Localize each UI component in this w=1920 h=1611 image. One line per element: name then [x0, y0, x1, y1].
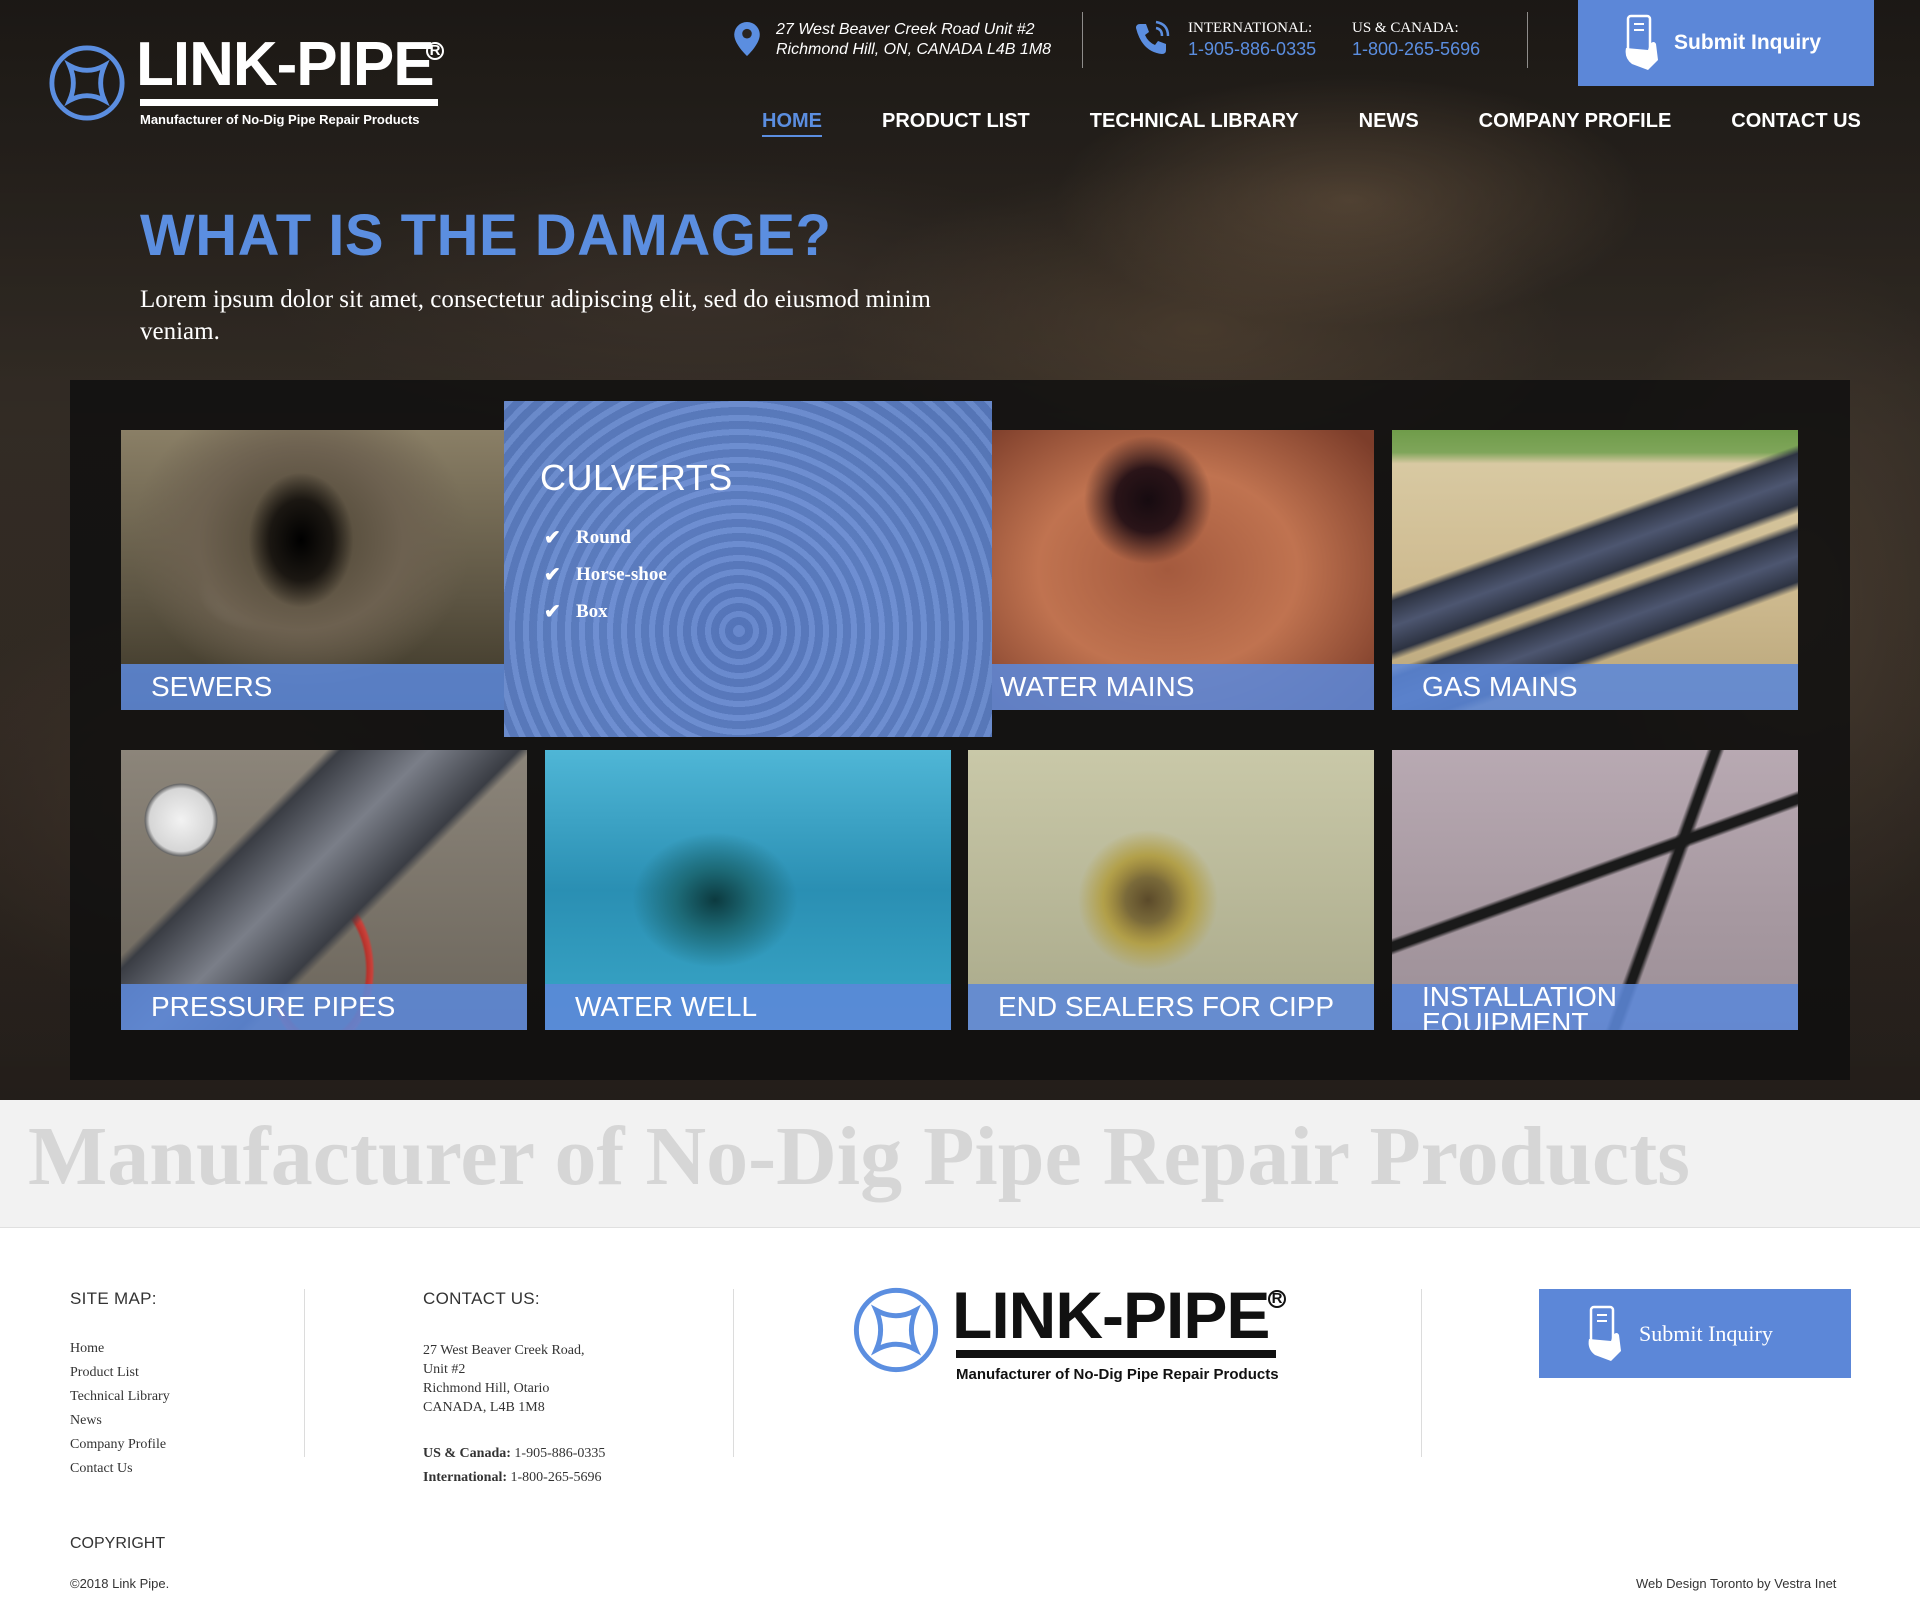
footer-link-company-profile[interactable]: Company Profile [70, 1437, 170, 1461]
logo-wordmark: LINK-PIPE [952, 1278, 1270, 1352]
tile-end-sealers[interactable]: END SEALERS FOR CIPP [968, 750, 1374, 1030]
sitemap-links: Home Product List Technical Library News… [70, 1341, 170, 1485]
footer-divider [733, 1289, 734, 1457]
nav-item-home[interactable]: HOME [762, 110, 822, 137]
culverts-title: CULVERTS [540, 457, 733, 498]
tile-caption: WATER WELL [545, 984, 951, 1030]
nav-item-contact-us[interactable]: CONTACT US [1731, 110, 1861, 137]
tile-caption: WATER MAINS [968, 664, 1374, 710]
submit-inquiry-label: Submit Inquiry [1674, 31, 1821, 54]
header-divider [1082, 12, 1083, 68]
submit-inquiry-button[interactable]: Submit Inquiry [1578, 0, 1874, 86]
logo-tagline: Manufacturer of No-Dig Pipe Repair Produ… [140, 112, 420, 127]
culverts-item: ✔ Box [544, 593, 667, 630]
phone-us-canada-number[interactable]: 1-800-265-5696 [1352, 39, 1480, 60]
nav-item-news[interactable]: NEWS [1359, 110, 1419, 137]
logo-ring-icon [49, 45, 125, 121]
tile-water-mains[interactable]: WATER MAINS [968, 430, 1374, 710]
copyright-text: ©2018 Link Pipe. [70, 1576, 170, 1591]
footer-phone-intl-label: International: [423, 1470, 507, 1485]
footer-phone-international: International: 1-800-265-5696 [423, 1470, 602, 1486]
phone-us-canada: US & CANADA: 1-800-265-5696 [1352, 20, 1480, 60]
banner-text: Manufacturer of No-Dig Pipe Repair Produ… [28, 1110, 1690, 1203]
tile-pressure-pipes[interactable]: PRESSURE PIPES [121, 750, 527, 1030]
tagline-banner: Manufacturer of No-Dig Pipe Repair Produ… [0, 1100, 1920, 1228]
footer-address-line: Unit #2 [423, 1362, 466, 1377]
copyright-heading: COPYRIGHT [70, 1535, 166, 1552]
registered-mark: R [426, 42, 444, 60]
tile-gas-mains[interactable]: GAS MAINS [1392, 430, 1798, 710]
culverts-list: ✔ Round ✔ Horse-shoe ✔ Box [544, 519, 667, 630]
footer-phone-us: US & Canada: 1-905-886-0335 [423, 1446, 605, 1462]
map-pin-icon [734, 22, 760, 56]
tile-caption: PRESSURE PIPES [121, 984, 527, 1030]
footer-link-product-list[interactable]: Product List [70, 1365, 170, 1389]
footer-address-line: Richmond Hill, Otario [423, 1381, 550, 1396]
logo-underline [956, 1350, 1276, 1358]
logo-wordmark: LINK-PIPE [136, 30, 435, 99]
culverts-item-label: Box [576, 600, 608, 622]
footer-submit-inquiry-button[interactable]: Submit Inquiry [1539, 1289, 1851, 1378]
address-line-1: 27 West Beaver Creek Road Unit #2 [776, 21, 1035, 38]
tile-installation-equipment[interactable]: INSTALLATION EQUIPMENT [1392, 750, 1798, 1030]
footer-divider [1421, 1289, 1422, 1457]
tile-caption: END SEALERS FOR CIPP [968, 984, 1374, 1030]
tile-caption: SEWERS [121, 664, 531, 710]
design-credit-link[interactable]: Web Design Toronto by Vestra Inet [1636, 1576, 1836, 1591]
tile-sewers[interactable]: SEWERS [121, 430, 531, 710]
footer-phone-intl-number[interactable]: 1-800-265-5696 [511, 1470, 602, 1485]
tile-caption-line-2: EQUIPMENT [1422, 1007, 1589, 1031]
nav-item-product-list[interactable]: PRODUCT LIST [882, 110, 1030, 137]
culverts-item: ✔ Round [544, 519, 667, 556]
checkmark-icon: ✔ [544, 527, 561, 549]
culverts-item-label: Round [576, 526, 631, 548]
footer-link-contact-us[interactable]: Contact Us [70, 1461, 170, 1485]
footer-logo[interactable]: LINK-PIPE R Manufacturer of No-Dig Pipe … [852, 1282, 1312, 1386]
main-nav: HOME PRODUCT LIST TECHNICAL LIBRARY NEWS… [762, 110, 1861, 137]
header-address: 27 West Beaver Creek Road Unit #2 Richmo… [734, 18, 1064, 66]
footer-submit-inquiry-label: Submit Inquiry [1639, 1320, 1773, 1346]
hero-section: LINK-PIPE R Manufacturer of No-Dig Pipe … [0, 0, 1920, 1100]
logo-ring-icon [853, 1287, 939, 1373]
tile-culverts[interactable]: CULVERTS ✔ Round ✔ Horse-shoe ✔ Box [504, 401, 992, 737]
phone-icon [1136, 20, 1170, 54]
culverts-item: ✔ Horse-shoe [544, 556, 667, 593]
phone-international-label: INTERNATIONAL: [1188, 20, 1313, 36]
footer-link-home[interactable]: Home [70, 1341, 170, 1365]
footer-address-line: CANADA, L4B 1M8 [423, 1400, 545, 1415]
phone-us-canada-label: US & CANADA: [1352, 20, 1459, 36]
sitemap-heading: SITE MAP: [70, 1289, 157, 1308]
site-logo[interactable]: LINK-PIPE R Manufacturer of No-Dig Pipe … [48, 34, 448, 128]
registered-mark: R [1268, 1290, 1286, 1308]
footer-address-line: 27 West Beaver Creek Road, [423, 1343, 585, 1358]
nav-item-company-profile[interactable]: COMPANY PROFILE [1479, 110, 1672, 137]
logo-tagline: Manufacturer of No-Dig Pipe Repair Produ… [956, 1366, 1279, 1383]
checkmark-icon: ✔ [544, 601, 561, 623]
footer-phone-us-number[interactable]: 1-905-886-0335 [514, 1446, 605, 1461]
hand-phone-icon [1625, 14, 1658, 70]
nav-item-technical-library[interactable]: TECHNICAL LIBRARY [1090, 110, 1299, 137]
footer-link-technical-library[interactable]: Technical Library [70, 1389, 170, 1413]
footer-divider [304, 1289, 305, 1457]
page-headline: WHAT IS THE DAMAGE? [140, 203, 832, 268]
contact-heading: CONTACT US: [423, 1289, 540, 1308]
culverts-item-label: Horse-shoe [576, 563, 667, 585]
footer-address: 27 West Beaver Creek Road, Unit #2 Richm… [423, 1341, 585, 1417]
phone-international: INTERNATIONAL: 1-905-886-0335 [1188, 20, 1316, 60]
tile-water-well[interactable]: WATER WELL [545, 750, 951, 1030]
footer-phone-us-label: US & Canada: [423, 1446, 511, 1461]
checkmark-icon: ✔ [544, 564, 561, 586]
tile-caption: GAS MAINS [1392, 664, 1798, 710]
page-subheadline: Lorem ipsum dolor sit amet, consectetur … [140, 286, 931, 345]
phone-international-number[interactable]: 1-905-886-0335 [1188, 39, 1316, 60]
address-line-2: Richmond Hill, ON, CANADA L4B 1M8 [776, 41, 1052, 58]
site-footer: SITE MAP: Home Product List Technical Li… [0, 1229, 1920, 1611]
hand-phone-icon [1588, 1305, 1621, 1361]
tile-caption: INSTALLATION EQUIPMENT [1392, 983, 1798, 1031]
footer-link-news[interactable]: News [70, 1413, 170, 1437]
logo-underline [140, 99, 438, 106]
header-divider [1527, 12, 1528, 68]
